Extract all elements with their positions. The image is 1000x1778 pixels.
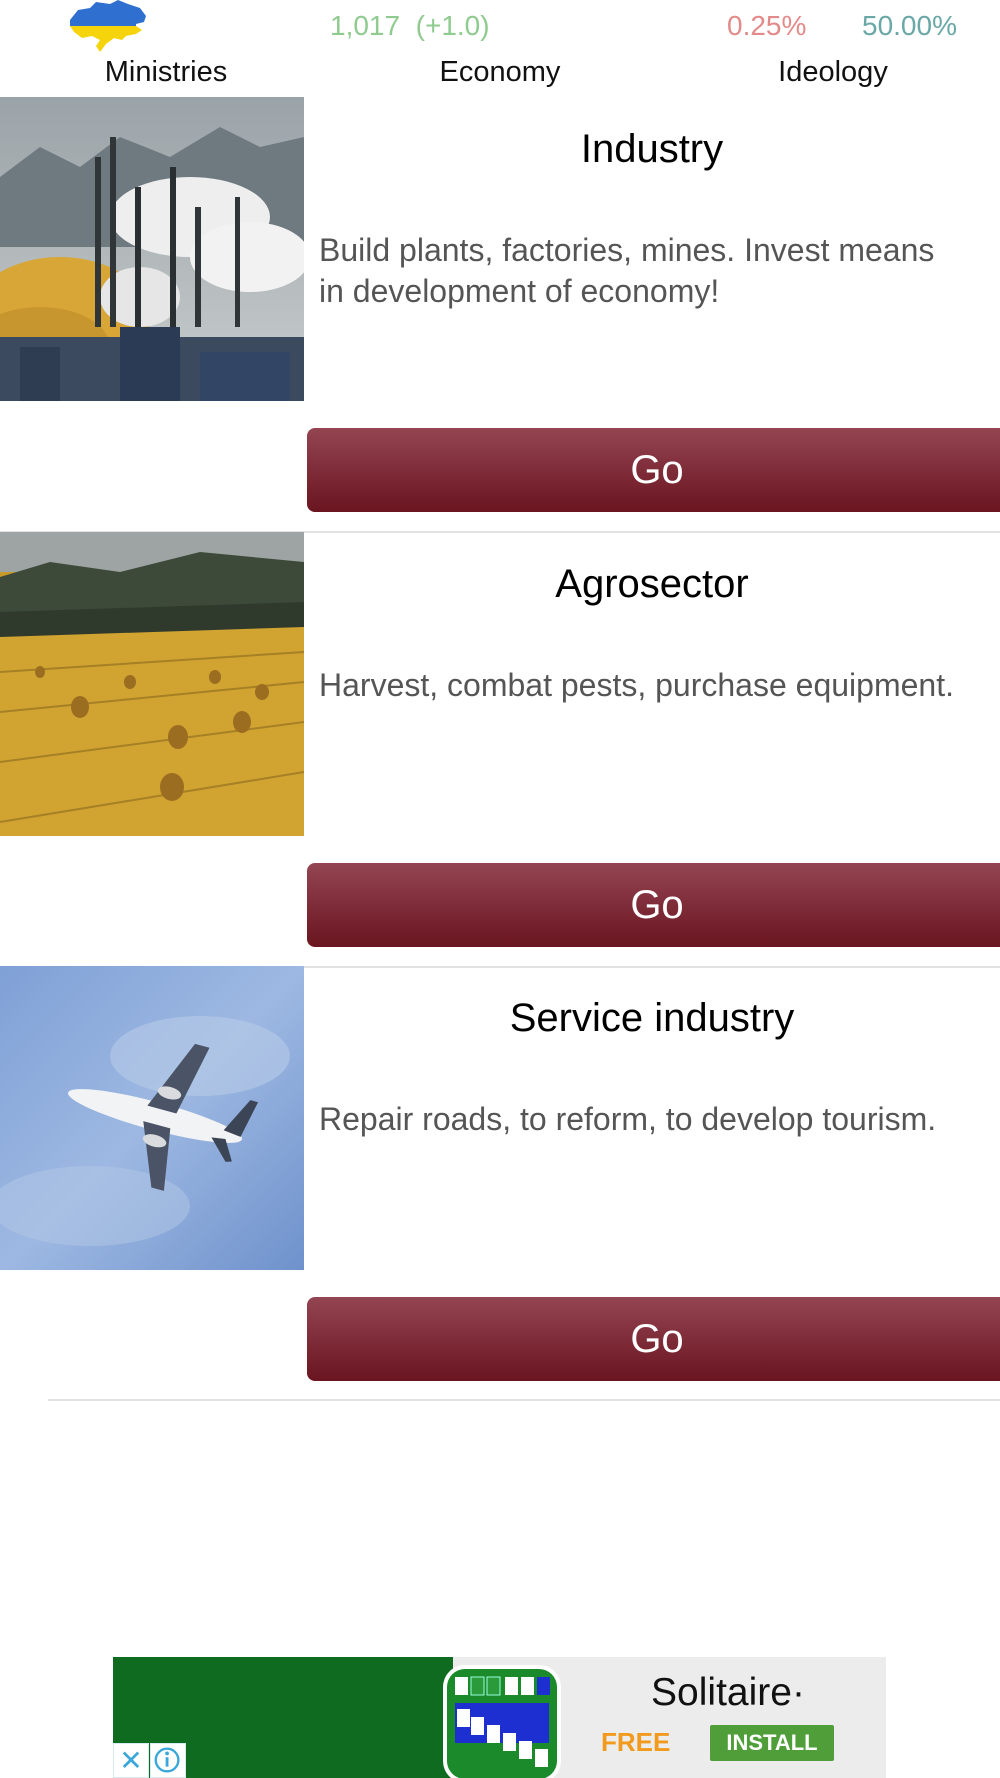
- close-icon[interactable]: ✕: [113, 1743, 149, 1778]
- info-icon[interactable]: [150, 1743, 186, 1778]
- ad-install-button[interactable]: INSTALL: [710, 1725, 834, 1761]
- section-title: Agrosector: [555, 562, 749, 606]
- airplane-photo: [0, 966, 304, 1270]
- section-title: Service industry: [509, 996, 795, 1040]
- tab-ideology[interactable]: Ideology: [758, 56, 908, 89]
- section-title: Industry: [580, 127, 724, 171]
- industry-photo: [0, 97, 304, 401]
- ad-banner[interactable]: Solitaire· FREE INSTALL ✕: [113, 1657, 886, 1778]
- ukraine-map-icon: [70, 0, 146, 52]
- money-value: 1,017: [330, 10, 401, 41]
- solitaire-app-icon[interactable]: [443, 1665, 561, 1778]
- stat-percent-teal: 50.00%: [862, 10, 957, 41]
- money-stat: 1,017 (+1.0): [330, 10, 490, 42]
- section-description: Repair roads, to reform, to develop tour…: [319, 1101, 937, 1137]
- section-description: Harvest, combat pests, purchase equipmen…: [319, 667, 954, 703]
- go-button-service-industry[interactable]: Go: [307, 1297, 1000, 1381]
- section-service-industry: Service industry Repair roads, to reform…: [0, 966, 1000, 1401]
- tab-ministries[interactable]: Ministries: [90, 56, 242, 89]
- section-description: Build plants, factories, mines. Invest m…: [319, 232, 935, 309]
- stat-percent-red: 0.25%: [727, 10, 807, 41]
- divider: [48, 1399, 1000, 1401]
- go-button-industry[interactable]: Go: [307, 428, 1000, 512]
- hay-field-photo: [0, 532, 304, 836]
- top-bar: Ministries Economy Ideology 1,017 (+1.0)…: [0, 0, 1000, 97]
- section-industry: Industry Build plants, factories, mines.…: [0, 97, 1000, 533]
- ad-title: Solitaire·: [651, 1671, 805, 1714]
- section-agrosector: Agrosector Harvest, combat pests, purcha…: [0, 532, 1000, 968]
- ad-price: FREE: [601, 1727, 671, 1757]
- tab-economy[interactable]: Economy: [420, 56, 580, 89]
- money-change: (+1.0): [415, 10, 490, 41]
- go-button-agrosector[interactable]: Go: [307, 863, 1000, 947]
